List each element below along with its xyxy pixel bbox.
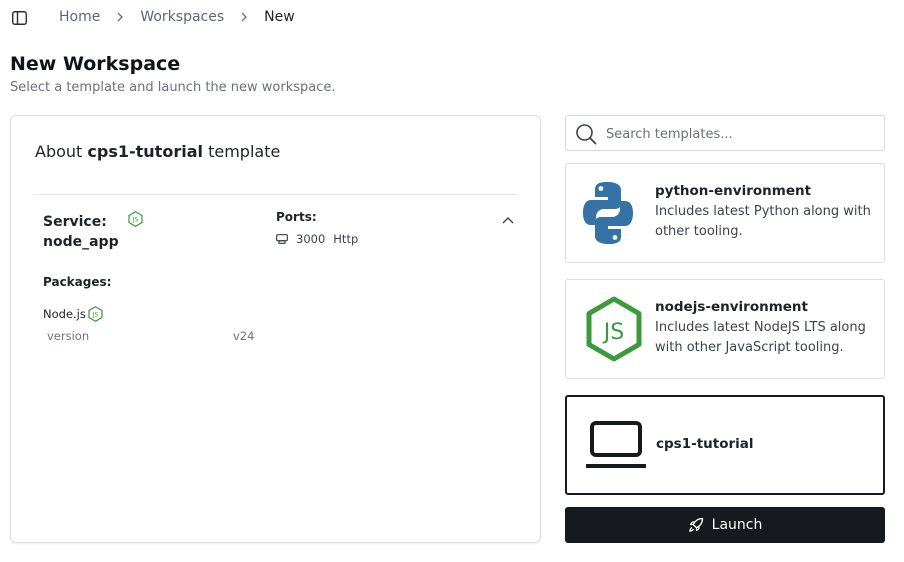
laptop-icon — [586, 421, 646, 468]
chevron-right-icon — [241, 12, 248, 22]
service-block: Service: node_app — [43, 212, 119, 252]
launch-label: Launch — [711, 517, 763, 533]
nodejs-icon: JS — [128, 211, 143, 227]
about-prefix: About — [35, 142, 83, 161]
package-version-value: v24 — [233, 329, 255, 343]
svg-text:JS: JS — [92, 312, 99, 319]
launch-button[interactable]: Launch — [565, 507, 885, 543]
template-name: nodejs-environment — [655, 299, 808, 315]
about-template-name: cps1-tutorial — [87, 142, 203, 161]
page-title: New Workspace — [10, 53, 181, 75]
search-box — [565, 115, 885, 151]
nodejs-logo-icon: JS — [586, 296, 642, 362]
rocket-icon — [688, 517, 703, 532]
breadcrumb-home[interactable]: Home — [59, 9, 100, 25]
python-logo-icon — [583, 182, 633, 244]
about-heading: About cps1-tutorial template — [35, 142, 280, 161]
chevron-right-icon — [117, 12, 124, 22]
sidebar-toggle-icon[interactable] — [12, 11, 27, 25]
service-name: node_app — [43, 234, 119, 250]
page-subtitle: Select a template and launch the new wor… — [10, 80, 336, 95]
template-card-python-environment[interactable]: python-environment Includes latest Pytho… — [565, 163, 885, 263]
search-input[interactable] — [606, 122, 876, 146]
chevron-up-icon[interactable] — [501, 215, 515, 225]
port-icon — [276, 234, 288, 244]
template-name: cps1-tutorial — [656, 436, 754, 452]
nodejs-icon: JS — [88, 306, 103, 322]
package-version-label: version — [47, 329, 90, 343]
template-description: Includes latest Python along with other … — [655, 204, 871, 239]
port-row: 3000 Http — [276, 232, 358, 246]
packages-label: Packages: — [43, 275, 112, 289]
port-number: 3000 — [296, 232, 326, 246]
template-card-nodejs-environment[interactable]: JS nodejs-environment Includes latest No… — [565, 279, 885, 379]
template-card-cps1-tutorial[interactable]: cps1-tutorial — [565, 395, 885, 495]
breadcrumb: Home Workspaces New — [59, 9, 295, 25]
port-protocol: Http — [333, 232, 359, 246]
svg-text:JS: JS — [132, 217, 139, 224]
breadcrumb-current: New — [264, 9, 295, 25]
package-name: Node.js — [43, 307, 86, 321]
service-label: Service: — [43, 214, 107, 230]
about-template-card: About cps1-tutorial template Service: no… — [10, 115, 541, 543]
top-bar: Home Workspaces New — [0, 0, 904, 36]
breadcrumb-workspaces[interactable]: Workspaces — [140, 9, 224, 25]
divider — [33, 194, 517, 195]
about-suffix: template — [208, 142, 281, 161]
ports-label: Ports: — [276, 210, 317, 224]
svg-text:JS: JS — [602, 320, 624, 345]
template-name: python-environment — [655, 183, 812, 199]
search-icon — [576, 124, 597, 145]
template-description: Includes latest NodeJS LTS along with ot… — [655, 320, 866, 355]
